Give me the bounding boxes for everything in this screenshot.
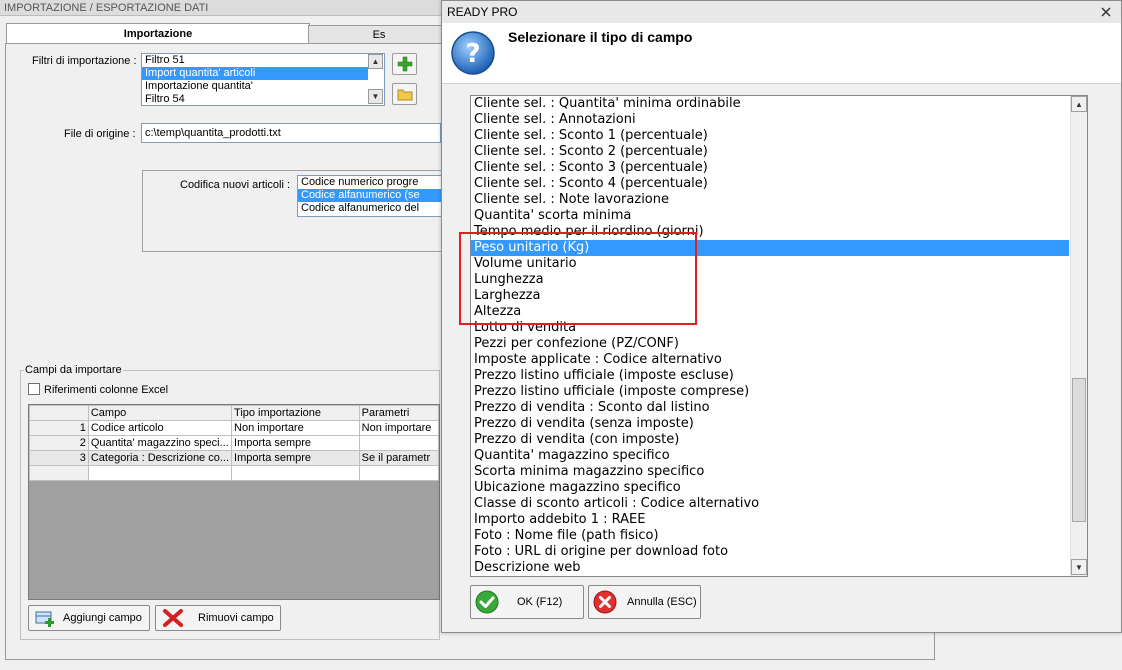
- column-header: [29, 405, 89, 421]
- field-type-item[interactable]: Cliente sel. : Annotazioni: [471, 112, 1087, 128]
- list-item[interactable]: Import quantita' articoli: [142, 67, 368, 80]
- table-cell[interactable]: Importa sempre: [231, 435, 360, 451]
- fields-table: Campo Tipo importazione Parametri 1 Codi…: [29, 405, 439, 481]
- tab-esportazione[interactable]: Es: [308, 25, 450, 44]
- add-field-label: Aggiungi campo: [63, 612, 142, 624]
- svg-text:?: ?: [465, 39, 480, 69]
- field-type-item[interactable]: Foto : URL di origine per download foto: [471, 544, 1087, 560]
- list-item[interactable]: Importazione quantita': [142, 80, 384, 93]
- field-type-item[interactable]: Prezzo di vendita (senza imposte): [471, 416, 1087, 432]
- row-number: 2: [29, 435, 89, 451]
- ok-button-label: OK (F12): [517, 596, 563, 608]
- scroll-up-arrow[interactable]: ▲: [368, 54, 383, 69]
- remove-icon: [163, 609, 183, 627]
- list-item[interactable]: Codice alfanumerico (se: [298, 189, 441, 202]
- field-type-item[interactable]: Quantita' magazzino specifico: [471, 448, 1087, 464]
- field-type-item[interactable]: Importo addebito 1 : RAEE: [471, 512, 1087, 528]
- list-item[interactable]: Codice alfanumerico del: [298, 202, 441, 215]
- table-row[interactable]: [29, 465, 439, 481]
- list-item[interactable]: Filtro 54: [142, 93, 384, 105]
- field-type-item[interactable]: Descrizione web: [471, 560, 1087, 576]
- table-cell[interactable]: [358, 465, 439, 481]
- dialog-heading: Selezionare il tipo di campo: [508, 29, 693, 45]
- close-icon[interactable]: [1097, 5, 1115, 19]
- codifica-listbox[interactable]: Codice numerico progre Codice alfanumeri…: [297, 175, 442, 217]
- table-row[interactable]: 3 Categoria : Descrizione co... Importa …: [29, 450, 439, 466]
- ok-button[interactable]: OK (F12): [470, 585, 584, 619]
- plus-icon: [397, 56, 412, 72]
- field-type-item[interactable]: Cliente sel. : Sconto 1 (percentuale): [471, 128, 1087, 144]
- cancel-button[interactable]: Annulla (ESC): [588, 585, 701, 619]
- list-item[interactable]: Filtro 51: [142, 54, 384, 67]
- list-item[interactable]: Codice numerico progre: [298, 176, 441, 189]
- table-cell[interactable]: Importa sempre: [231, 450, 360, 466]
- cancel-icon: [593, 590, 617, 614]
- add-field-icon: [35, 611, 54, 627]
- remove-field-button[interactable]: Rimuovi campo: [155, 605, 281, 631]
- table-cell[interactable]: [231, 465, 360, 481]
- campi-group-label: Campi da importare: [24, 364, 123, 376]
- field-type-item[interactable]: Cliente sel. : Sconto 4 (percentuale): [471, 176, 1087, 192]
- column-header[interactable]: Tipo importazione: [231, 405, 360, 421]
- field-type-item[interactable]: Prezzo di vendita (con imposte): [471, 432, 1087, 448]
- field-type-item[interactable]: Quantita' scorta minima: [471, 208, 1087, 224]
- excel-checkbox-label: Riferimenti colonne Excel: [44, 384, 169, 396]
- field-type-item[interactable]: Classe di sconto articoli : Codice alter…: [471, 496, 1087, 512]
- field-type-item[interactable]: Prezzo di vendita : Sconto dal listino: [471, 400, 1087, 416]
- field-type-item[interactable]: Cliente sel. : Quantita' minima ordinabi…: [471, 96, 1087, 112]
- row-number: [29, 465, 89, 481]
- dialog-title: READY PRO: [442, 1, 1121, 23]
- vertical-scrollbar[interactable]: ▲ ▼: [1070, 96, 1087, 576]
- field-type-item[interactable]: Imposte applicate : Codice alternativo: [471, 352, 1087, 368]
- field-type-item[interactable]: Foto : Nome file (path fisico): [471, 528, 1087, 544]
- filtri-listbox[interactable]: Filtro 51 Import quantita' articoli Impo…: [141, 53, 385, 106]
- table-cell[interactable]: [87, 465, 233, 481]
- table-cell[interactable]: Quantita' magazzino speci...: [87, 435, 233, 451]
- field-type-item[interactable]: Ubicazione magazzino specifico: [471, 480, 1087, 496]
- field-type-items: Cliente sel. : Quantita' minima ordinabi…: [471, 96, 1087, 576]
- codifica-label: Codifica nuovi articoli :: [180, 179, 291, 191]
- file-origin-input[interactable]: c:\temp\quantita_prodotti.txt: [141, 123, 441, 143]
- row-number: 3: [29, 450, 89, 466]
- highlight-box: [459, 232, 697, 325]
- field-type-item[interactable]: Prezzo listino ufficiale (imposte compre…: [471, 384, 1087, 400]
- cancel-button-label: Annulla (ESC): [627, 596, 697, 608]
- table-row[interactable]: 1 Codice articolo Non importare Non impo…: [29, 420, 439, 436]
- scroll-down-arrow[interactable]: ▼: [368, 89, 383, 104]
- table-row[interactable]: 2 Quantita' magazzino speci... Importa s…: [29, 435, 439, 451]
- table-cell[interactable]: Codice articolo: [87, 420, 233, 436]
- filtri-label: Filtri di importazione :: [32, 55, 137, 67]
- scroll-up-arrow[interactable]: ▲: [1071, 96, 1087, 112]
- column-header[interactable]: Campo: [87, 405, 233, 421]
- column-header[interactable]: Parametri: [358, 405, 439, 421]
- remove-field-label: Rimuovi campo: [198, 612, 274, 624]
- tab-importazione[interactable]: Importazione: [6, 23, 310, 44]
- excel-checkbox[interactable]: [28, 383, 40, 395]
- folder-icon: [397, 89, 412, 101]
- check-icon: [475, 590, 499, 614]
- table-cell[interactable]: [358, 435, 439, 451]
- field-type-item[interactable]: Prezzo listino ufficiale (imposte esclus…: [471, 368, 1087, 384]
- field-type-item[interactable]: Cliente sel. : Sconto 3 (percentuale): [471, 160, 1087, 176]
- add-filter-button[interactable]: [392, 53, 417, 75]
- scrollbar-thumb[interactable]: [1072, 378, 1086, 522]
- field-type-item[interactable]: Pezzi per confezione (PZ/CONF): [471, 336, 1087, 352]
- question-icon: ?: [450, 30, 496, 79]
- field-type-listbox[interactable]: Cliente sel. : Quantita' minima ordinabi…: [470, 95, 1088, 577]
- table-header-row: Campo Tipo importazione Parametri: [29, 405, 439, 421]
- fields-grid[interactable]: Campo Tipo importazione Parametri 1 Codi…: [28, 404, 440, 600]
- open-folder-button[interactable]: [392, 83, 417, 105]
- field-type-item[interactable]: Cliente sel. : Sconto 2 (percentuale): [471, 144, 1087, 160]
- table-cell[interactable]: Non importare: [231, 420, 360, 436]
- add-field-button[interactable]: Aggiungi campo: [28, 605, 150, 631]
- table-cell[interactable]: Se il parametr: [358, 450, 439, 466]
- field-type-item[interactable]: Scorta minima magazzino specifico: [471, 464, 1087, 480]
- row-number: 1: [29, 420, 89, 436]
- table-cell[interactable]: Non importare: [358, 420, 439, 436]
- file-label: File di origine :: [64, 128, 136, 140]
- table-cell[interactable]: Categoria : Descrizione co...: [87, 450, 233, 466]
- field-type-item[interactable]: Cliente sel. : Note lavorazione: [471, 192, 1087, 208]
- scroll-down-arrow[interactable]: ▼: [1071, 559, 1087, 575]
